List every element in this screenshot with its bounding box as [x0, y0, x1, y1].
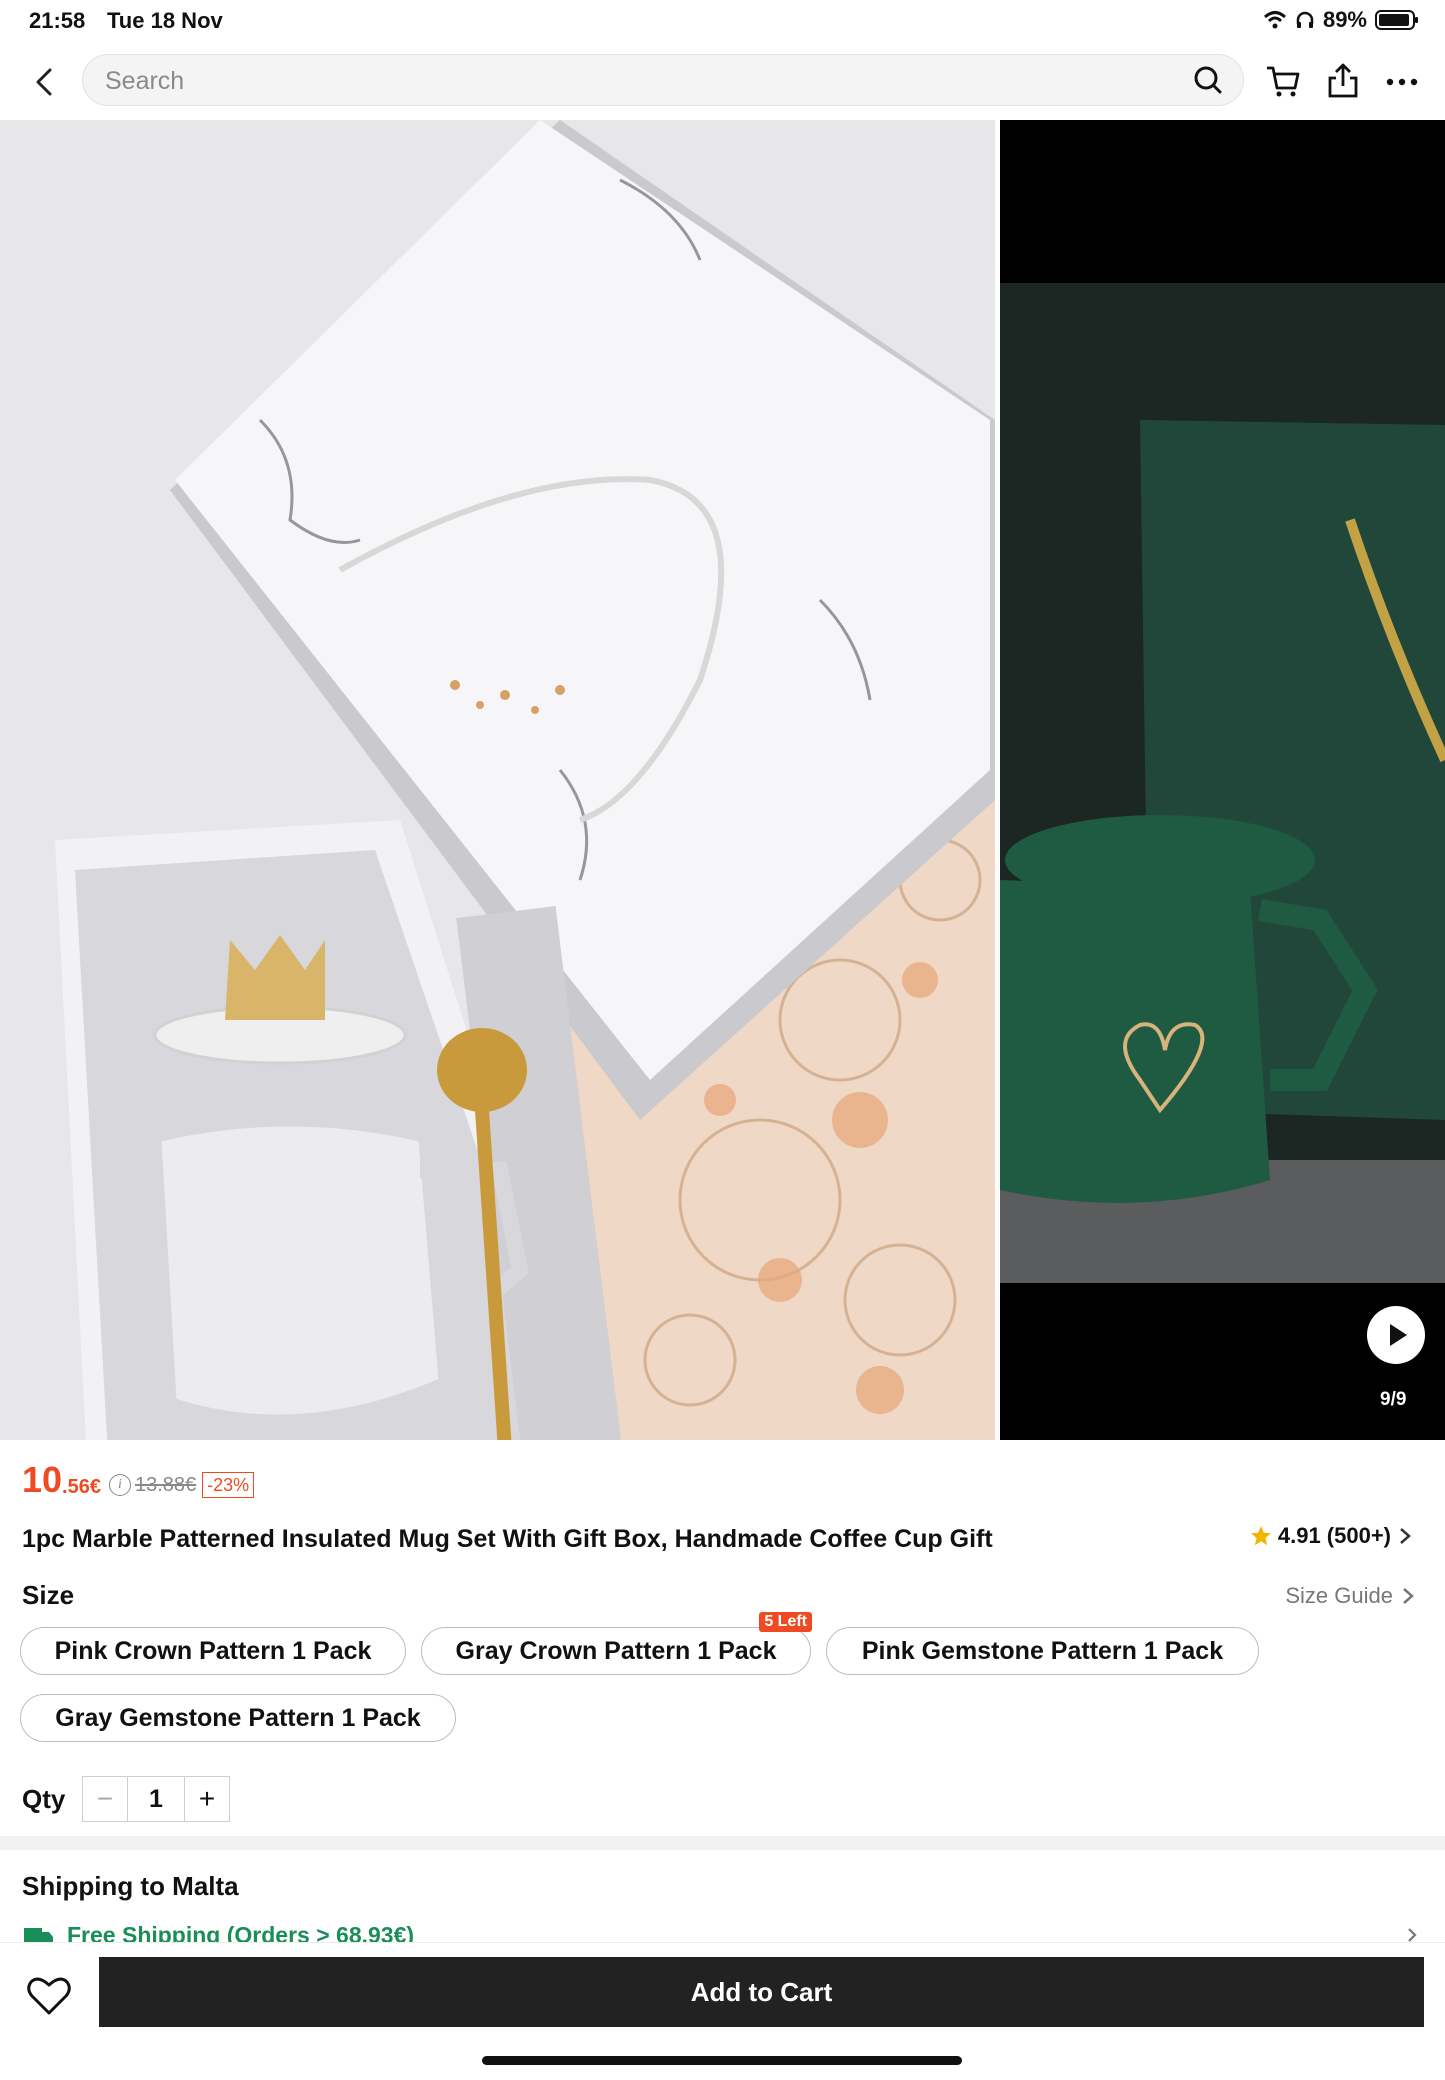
quantity-stepper[interactable]: − 1 +	[82, 1776, 230, 1822]
product-title: 1pc Marble Patterned Insulated Mug Set W…	[22, 1525, 993, 1553]
size-option-gray-gemstone[interactable]: Gray Gemstone Pattern 1 Pack	[20, 1694, 456, 1742]
size-option-label: Pink Crown Pattern 1 Pack	[54, 1636, 372, 1665]
more-icon[interactable]	[1383, 62, 1421, 100]
size-option-pink-gemstone[interactable]: Pink Gemstone Pattern 1 Pack	[826, 1627, 1259, 1675]
rating-summary[interactable]: 4.91 (500+)	[1250, 1523, 1413, 1549]
size-guide-link[interactable]: Size Guide	[1285, 1583, 1415, 1609]
top-nav-bar	[0, 52, 1445, 110]
product-image-marble-mug-set[interactable]	[0, 120, 995, 1440]
search-icon[interactable]	[1193, 65, 1223, 95]
search-input[interactable]	[103, 61, 1167, 101]
size-option-label: Gray Crown Pattern 1 Pack	[455, 1636, 777, 1665]
stock-badge: 5 Left	[759, 1612, 812, 1632]
current-price-integer: 10	[22, 1459, 63, 1500]
size-option-label: Pink Gemstone Pattern 1 Pack	[861, 1636, 1224, 1665]
product-image-gallery[interactable]: 9/9	[0, 120, 1445, 1440]
qty-decrease-button[interactable]: −	[83, 1777, 127, 1821]
status-indicators: 89%	[1263, 7, 1419, 33]
battery-icon	[1375, 10, 1418, 30]
product-video-green-mug[interactable]	[1000, 120, 1445, 1440]
qty-increase-button[interactable]: +	[185, 1777, 229, 1821]
add-to-cart-button[interactable]: Add to Cart	[99, 1957, 1424, 2027]
free-shipping-row[interactable]: Free Shipping (Orders > 68.93€)	[22, 1920, 1422, 1944]
qty-value[interactable]: 1	[127, 1777, 185, 1821]
size-guide-label: Size Guide	[1285, 1583, 1393, 1608]
current-price-decimal: .56€	[62, 1476, 101, 1498]
size-option-gray-crown[interactable]: Gray Crown Pattern 1 Pack 5 Left	[421, 1612, 812, 1675]
original-price: 13.88€	[134, 1474, 197, 1496]
wifi-icon	[1263, 11, 1286, 29]
home-indicator	[482, 2056, 962, 2065]
headphones-icon	[1296, 11, 1314, 28]
back-icon[interactable]	[28, 64, 64, 100]
shipping-title: Shipping to Malta	[22, 1871, 239, 1901]
rating-value: 4.91 (500+)	[1277, 1523, 1391, 1548]
discount-badge: -23%	[202, 1472, 255, 1498]
status-time: 21:58	[29, 8, 86, 33]
share-icon[interactable]	[1324, 62, 1362, 100]
image-counter: 9/9	[1380, 1389, 1407, 1410]
price-info-icon[interactable]: i	[108, 1474, 131, 1496]
heart-icon[interactable]	[26, 1973, 72, 2019]
size-option-label: Gray Gemstone Pattern 1 Pack	[55, 1703, 421, 1732]
chevron-right-icon	[1400, 1528, 1411, 1544]
price-row: 10 .56€ i 13.88€ -23%	[22, 1458, 255, 1500]
free-shipping-text: Free Shipping (Orders > 68.93€)	[67, 1922, 415, 1944]
cart-icon[interactable]	[1264, 62, 1302, 100]
status-bar: 21:58 Tue 18 Nov 89%	[0, 0, 1445, 42]
size-option-pink-crown[interactable]: Pink Crown Pattern 1 Pack	[20, 1627, 406, 1675]
bottom-action-bar: Add to Cart	[0, 1942, 1445, 2080]
status-date: Tue 18 Nov	[107, 8, 223, 33]
qty-label: Qty	[22, 1784, 66, 1814]
chevron-right-icon	[1403, 1588, 1414, 1604]
star-icon	[1250, 1526, 1271, 1546]
battery-percent: 89%	[1322, 7, 1367, 32]
section-divider	[0, 1836, 1445, 1850]
search-bar[interactable]	[82, 54, 1244, 106]
play-icon[interactable]	[1367, 1306, 1425, 1364]
size-label: Size	[22, 1580, 75, 1610]
